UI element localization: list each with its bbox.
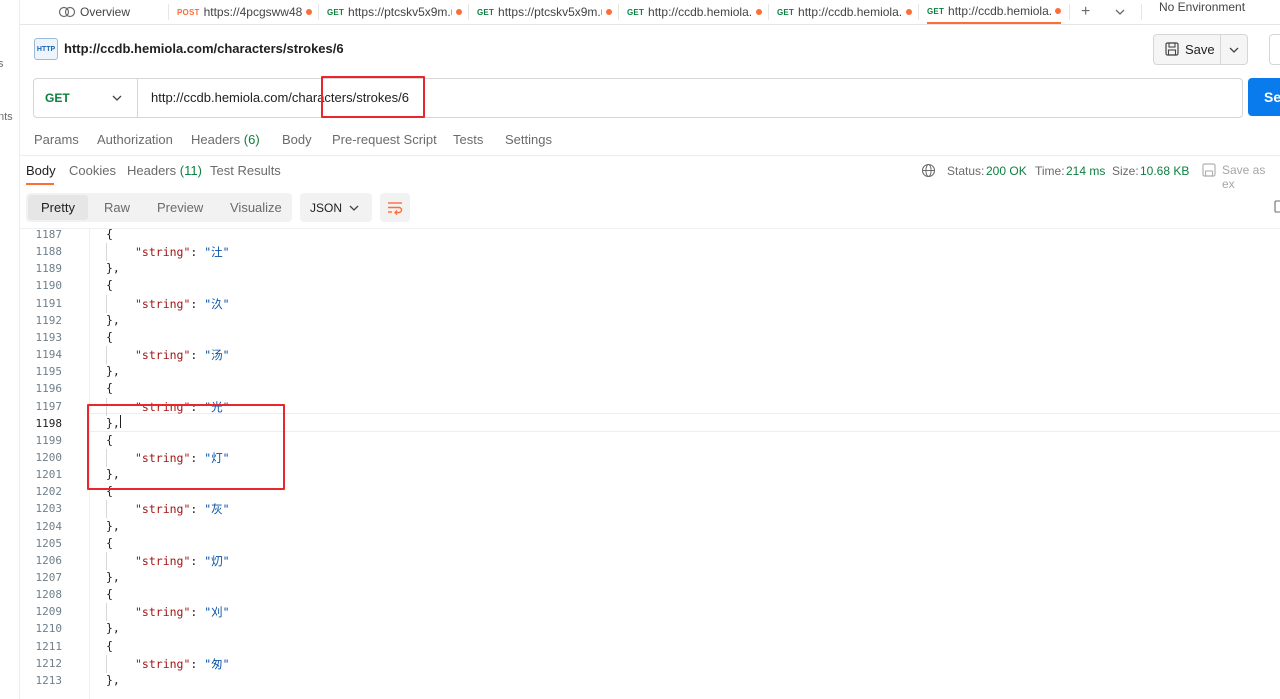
indent-guide xyxy=(106,500,107,519)
code-line: "string": "汢" xyxy=(135,244,230,260)
indent-guide xyxy=(106,551,107,570)
json-colon: : xyxy=(190,553,205,568)
line-number: 1192 xyxy=(35,313,63,327)
code-line: "string": "刈" xyxy=(135,604,230,620)
line-number: 1209 xyxy=(35,605,63,619)
line-number: 1200 xyxy=(35,450,63,464)
json-colon: : xyxy=(190,296,205,311)
json-key: "string" xyxy=(135,553,191,568)
line-number: 1201 xyxy=(35,468,63,482)
json-colon: : xyxy=(190,502,205,517)
line-number: 1196 xyxy=(35,382,63,396)
json-colon: : xyxy=(190,605,205,620)
json-string-value: "灰" xyxy=(204,502,230,517)
json-string-value: "光" xyxy=(204,399,230,414)
json-key: "string" xyxy=(135,245,191,260)
json-string-value: "灯" xyxy=(204,450,230,465)
code-line: "string": "匆" xyxy=(135,656,230,672)
line-number: 1203 xyxy=(35,502,63,516)
json-colon: : xyxy=(190,450,205,465)
code-line: { xyxy=(106,381,113,396)
json-string-value: "汣" xyxy=(204,296,230,311)
code-line: { xyxy=(106,587,113,602)
code-line: }, xyxy=(106,570,120,584)
json-string-value: "灱" xyxy=(204,553,230,568)
response-body-editor[interactable]: 1187 {1188 "string": "汢" 1189}, 1190 {1191 "st… xyxy=(0,0,1280,699)
json-colon: : xyxy=(190,399,205,414)
indent-guide xyxy=(106,397,107,416)
indent-guide xyxy=(106,603,107,622)
indent-guide xyxy=(106,654,107,673)
code-line: }, xyxy=(106,415,120,430)
line-number: 1211 xyxy=(35,639,63,653)
json-string-value: "匆" xyxy=(204,656,230,671)
json-key: "string" xyxy=(135,605,191,620)
line-number: 1190 xyxy=(35,279,63,293)
line-number: 1198 xyxy=(35,416,63,430)
indent-guide xyxy=(106,243,107,262)
json-colon: : xyxy=(190,656,205,671)
json-key: "string" xyxy=(135,348,191,363)
line-number: 1210 xyxy=(35,622,63,636)
line-number: 1205 xyxy=(35,536,63,550)
line-number: 1193 xyxy=(35,330,63,344)
json-string-value: "汢" xyxy=(204,245,230,260)
line-number: 1195 xyxy=(35,365,63,379)
json-key: "string" xyxy=(135,502,191,517)
indent-guide xyxy=(106,448,107,467)
json-key: "string" xyxy=(135,296,191,311)
code-line: { xyxy=(106,484,113,499)
code-line: }, xyxy=(106,518,120,533)
json-string-value: "刈" xyxy=(204,605,230,620)
code-line: { xyxy=(106,535,113,550)
json-key: "string" xyxy=(135,656,191,671)
code-line: }, xyxy=(106,364,120,379)
code-line: }, xyxy=(106,467,120,482)
line-number: 1189 xyxy=(35,262,63,276)
code-line: }, xyxy=(106,621,120,636)
code-line: { xyxy=(106,432,113,447)
line-number: 1202 xyxy=(35,485,63,499)
code-line: }, xyxy=(106,261,120,276)
json-key: "string" xyxy=(135,399,191,414)
line-number: 1187 xyxy=(35,228,63,241)
code-line: }, xyxy=(106,312,120,327)
line-number: 1199 xyxy=(35,433,63,447)
json-colon: : xyxy=(190,245,205,260)
line-number: 1188 xyxy=(35,245,63,259)
line-number: 1212 xyxy=(35,656,63,670)
code-line: { xyxy=(106,227,113,241)
indent-guide xyxy=(106,294,107,313)
line-number: 1207 xyxy=(35,571,63,584)
line-number: 1206 xyxy=(35,553,63,567)
line-number: 1213 xyxy=(35,673,63,687)
indent-guide xyxy=(106,346,107,365)
code-line: "string": "光" xyxy=(135,399,230,415)
code-line: { xyxy=(106,278,113,293)
line-number: 1204 xyxy=(35,519,63,533)
code-line: "string": "灱" xyxy=(135,553,230,569)
code-line: { xyxy=(106,638,113,653)
json-key: "string" xyxy=(135,450,191,465)
line-number: 1208 xyxy=(35,588,63,602)
code-line: "string": "灯" xyxy=(135,450,230,466)
json-string-value: "汤" xyxy=(204,348,230,363)
line-number: 1194 xyxy=(35,348,63,362)
code-line: }, xyxy=(106,672,120,687)
line-number: 1191 xyxy=(35,296,63,310)
json-colon: : xyxy=(190,348,205,363)
code-line: "string": "灰" xyxy=(135,501,230,517)
text-cursor xyxy=(120,415,121,428)
code-line: "string": "汣" xyxy=(135,296,230,312)
code-line: { xyxy=(106,329,113,344)
line-number: 1197 xyxy=(35,399,63,413)
code-line: "string": "汤" xyxy=(135,347,230,363)
